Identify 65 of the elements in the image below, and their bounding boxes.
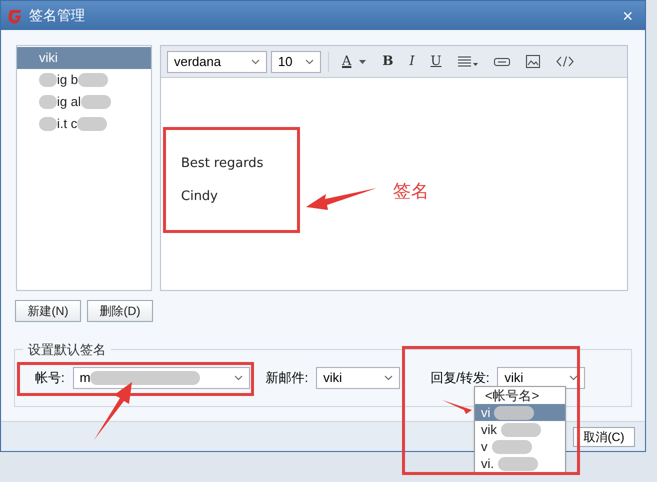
caret-icon (251, 58, 260, 64)
font-select[interactable]: verdana (167, 50, 267, 72)
field-value: viki (504, 369, 524, 388)
action-button[interactable]: 新建(N) (15, 300, 81, 322)
dropdown-option[interactable]: v (475, 438, 565, 455)
cancel-button[interactable]: 取消(C) (573, 426, 635, 446)
field-value: verdana (174, 52, 221, 71)
blurred-text (77, 117, 108, 131)
item-text: ig b (57, 71, 78, 90)
blurred-text (80, 95, 111, 109)
app-logo-icon (7, 8, 23, 24)
italic-button[interactable]: I (403, 50, 421, 72)
signature-item[interactable]: i.t c (17, 113, 151, 135)
blurred-text (492, 440, 532, 454)
blurred-text (494, 406, 534, 420)
pointer-arrow (306, 187, 378, 213)
size-select[interactable]: 10 (271, 50, 321, 72)
link-icon (494, 58, 510, 66)
dropdown-option[interactable]: vik (475, 421, 565, 438)
close-button[interactable]: × (622, 6, 633, 24)
blurred-text (78, 73, 108, 87)
align-icon (458, 56, 478, 68)
item-text: ig al (57, 93, 81, 112)
signature-item[interactable]: ig b (17, 69, 151, 91)
option-text: vik (481, 423, 497, 436)
blurred-text (39, 117, 57, 131)
blurred-text (498, 456, 538, 471)
window-title: 签名管理 (29, 6, 85, 25)
pointer-arrow (92, 382, 132, 440)
font-color-button[interactable]: A (336, 50, 372, 72)
caret-icon (305, 58, 314, 64)
item-text: i.t c (57, 115, 78, 134)
dropdown-option[interactable]: <帐号名> (475, 387, 565, 404)
caret-icon (234, 375, 243, 381)
code-icon (556, 56, 574, 67)
signature-item[interactable]: viki (17, 47, 151, 69)
blurred-text (500, 422, 541, 437)
signature-text: Best regards Cindy (181, 155, 264, 206)
dropdown-option[interactable]: vi. (475, 455, 565, 472)
option-text: vi (481, 406, 490, 419)
option-text: <帐号名> (485, 389, 540, 402)
account-select[interactable]: m (72, 367, 250, 389)
field-label: 帐号: (35, 369, 65, 388)
field-label: 新邮件: (266, 369, 308, 388)
option-text: v (481, 440, 488, 453)
caret-icon (359, 60, 366, 64)
new-mail-select[interactable]: viki (316, 367, 400, 389)
bold-button[interactable]: B (376, 50, 400, 72)
caret-icon (569, 375, 578, 381)
signature-item[interactable]: ig al (17, 91, 151, 113)
underline-button[interactable]: U (424, 50, 448, 72)
image-icon (526, 55, 540, 68)
action-button[interactable]: 删除(D) (87, 300, 153, 322)
field-value: m (80, 369, 90, 388)
field-value: viki (323, 369, 342, 388)
caret-icon (384, 375, 394, 381)
field-label: 回复/转发: (430, 369, 490, 388)
annotation-label: 签名 (393, 180, 429, 203)
blurred-text (39, 95, 57, 109)
option-text: vi. (481, 457, 494, 470)
dropdown-option[interactable]: vi (475, 404, 565, 421)
blurred-text (39, 73, 57, 87)
item-text: viki (39, 49, 58, 68)
pointer-arrow (442, 400, 472, 414)
field-value: 10 (278, 52, 292, 71)
